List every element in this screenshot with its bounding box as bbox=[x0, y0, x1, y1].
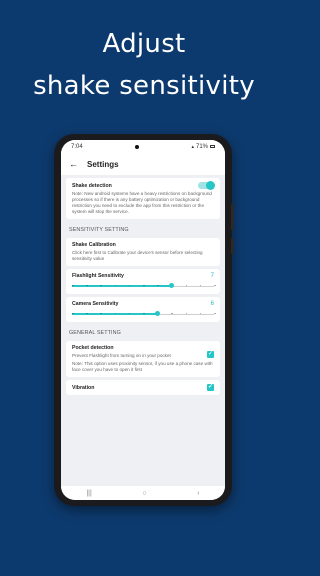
camera-sensitivity-card: Camera Sensitivity 6 bbox=[66, 297, 220, 322]
settings-list[interactable]: Shake detection Note: New android system… bbox=[61, 178, 225, 395]
slider-tick bbox=[214, 284, 216, 287]
flashlight-sensitivity-card: Flashlight Sensitivity 7 bbox=[66, 269, 220, 294]
slider-thumb[interactable] bbox=[154, 311, 160, 316]
headline-line-1: Adjust bbox=[102, 29, 186, 59]
pocket-detection-desc: Prevent Flashlight from turning on in yo… bbox=[72, 353, 171, 358]
shake-calibration-desc: Click here first to Calibrate your devic… bbox=[72, 250, 203, 261]
shake-calibration-card[interactable]: Shake Calibration Click here first to Ca… bbox=[66, 238, 220, 266]
home-button[interactable]: ○ bbox=[142, 490, 146, 497]
shake-calibration-title: Shake Calibration bbox=[72, 242, 116, 248]
headline-line-2: shake sensitivity bbox=[33, 71, 255, 101]
back-button[interactable]: ‹ bbox=[197, 490, 199, 497]
slider-thumb[interactable] bbox=[168, 283, 174, 288]
recents-button[interactable]: ||| bbox=[86, 490, 91, 497]
phone-frame: 7:04 ▴ 71% ← Settings Shake detection No… bbox=[54, 134, 234, 506]
signal-icon: ▴ bbox=[191, 143, 194, 150]
camera-sensitivity-slider[interactable] bbox=[72, 310, 216, 318]
phone-screen: 7:04 ▴ 71% ← Settings Shake detection No… bbox=[61, 140, 225, 500]
battery-percent: 71% bbox=[195, 143, 208, 150]
status-bar: 7:04 ▴ 71% bbox=[61, 140, 225, 153]
camera-sensitivity-value: 6 bbox=[210, 301, 214, 307]
flashlight-sensitivity-value: 7 bbox=[210, 273, 214, 279]
status-time: 7:04 bbox=[71, 143, 83, 150]
vibration-title: Vibration bbox=[72, 384, 95, 391]
battery-icon bbox=[210, 145, 215, 148]
slider-tick bbox=[214, 312, 216, 315]
shake-detection-toggle[interactable] bbox=[198, 181, 215, 190]
volume-button bbox=[231, 204, 234, 230]
app-bar: ← Settings bbox=[61, 153, 225, 175]
pocket-detection-checkbox[interactable]: ✓ bbox=[207, 351, 214, 358]
sensitivity-section-header: SENSITIVITY SETTING bbox=[69, 227, 129, 233]
vibration-card[interactable]: Vibration ✓ bbox=[66, 380, 220, 395]
page-title: Settings bbox=[87, 159, 119, 169]
promo-headline: Adjust shake sensitivity bbox=[0, 28, 288, 102]
vibration-checkbox[interactable]: ✓ bbox=[207, 384, 214, 391]
camera-sensitivity-label: Camera Sensitivity bbox=[72, 301, 119, 307]
pocket-detection-card[interactable]: Pocket detection Prevent Flashlight from… bbox=[66, 341, 220, 377]
back-arrow-icon[interactable]: ← bbox=[69, 159, 87, 169]
shake-detection-note: Note: New android systems have a heavy r… bbox=[72, 191, 212, 214]
flashlight-sensitivity-label: Flashlight Sensitivity bbox=[72, 273, 124, 279]
flashlight-sensitivity-slider[interactable] bbox=[72, 282, 216, 290]
pocket-detection-title: Pocket detection bbox=[72, 345, 114, 351]
power-button bbox=[231, 238, 234, 254]
shake-detection-card[interactable]: Shake detection Note: New android system… bbox=[66, 178, 220, 219]
front-camera bbox=[135, 144, 140, 149]
system-nav-bar: ||| ○ ‹ bbox=[61, 486, 225, 500]
general-section-header: GENERAL SETTING bbox=[69, 330, 121, 336]
pocket-detection-note: Note: This option uses proximity sensor,… bbox=[72, 361, 213, 372]
shake-detection-title: Shake detection bbox=[72, 182, 112, 189]
status-icons: ▴ 71% bbox=[191, 144, 215, 150]
